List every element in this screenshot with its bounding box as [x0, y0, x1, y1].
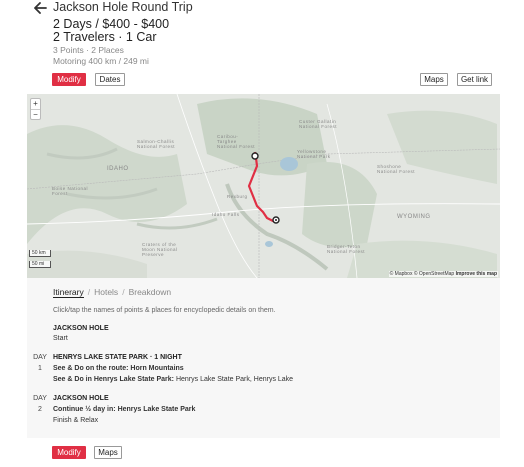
map-label-idaho: IDAHO: [107, 166, 129, 172]
map-label-idaho-falls: Idaho Falls: [212, 212, 240, 217]
get-link-button[interactable]: Get link: [457, 73, 492, 86]
map-label-caribou: Caribou-Targhee National Forest: [217, 134, 256, 149]
map-label-shoshone: Shoshone National Forest: [377, 164, 416, 174]
instructions-text: Click/tap the names of points & places f…: [53, 307, 276, 314]
scale-mi: 50 mi: [29, 261, 51, 268]
points-places-count: 3 Points · 2 Places: [53, 45, 124, 55]
map-label-salmon: Salmon-Challis National Forest: [137, 139, 176, 149]
day2-number: 2: [38, 406, 42, 413]
maps-button-bottom[interactable]: Maps: [94, 446, 122, 459]
day2-finish: Finish & Relax: [53, 417, 99, 424]
day1-label: DAY: [33, 354, 47, 361]
zoom-in-button[interactable]: +: [31, 99, 40, 109]
trip-duration-cost: 2 Days / $400 - $400: [53, 17, 170, 31]
day1-number: 1: [38, 365, 42, 372]
day1-in-prefix: See & Do in Henrys Lake State Park:: [53, 376, 174, 383]
start-label: Start: [53, 335, 68, 342]
start-place-name[interactable]: JACKSON HOLE: [53, 325, 109, 332]
day1-in-value[interactable]: Henrys Lake State Park, Henrys Lake: [176, 376, 293, 383]
map-label-boise: Boise National Forest: [52, 186, 89, 196]
day2-label: DAY: [33, 395, 47, 402]
scale-km: 50 km: [29, 250, 51, 257]
day1-route-prefix: See & Do on the route:: [53, 365, 129, 372]
day1-route-value[interactable]: Horn Mountains: [130, 365, 183, 372]
map-label-craters: Craters of the Moon National Preserve: [142, 242, 178, 257]
tab-separator: /: [87, 287, 91, 297]
back-arrow-icon[interactable]: [33, 2, 47, 14]
map-attribution: © Mapbox © OpenStreetMap Improve this ma…: [388, 271, 498, 277]
tab-separator: /: [122, 287, 125, 297]
tab-hotels[interactable]: Hotels: [94, 287, 118, 297]
day2-continue-line: Continue ½ day in: Henrys Lake State Par…: [53, 406, 195, 413]
modify-button-bottom[interactable]: Modify: [52, 446, 86, 459]
route-map[interactable]: IDAHO WYOMING Yellowstone National Park …: [27, 94, 500, 278]
dates-button[interactable]: Dates: [95, 73, 125, 86]
tab-itinerary[interactable]: Itinerary: [53, 287, 84, 298]
day2-continue-prefix: Continue ½ day in:: [53, 406, 116, 413]
motoring-distance: Motoring 400 km / 249 mi: [53, 56, 149, 66]
map-label-rexburg: Rexburg: [227, 194, 248, 199]
trip-title: Jackson Hole Round Trip: [53, 0, 193, 14]
zoom-control: + −: [30, 98, 41, 120]
maps-button[interactable]: Maps: [420, 73, 448, 86]
tab-bar: Itinerary / Hotels / Breakdown: [53, 287, 172, 298]
day1-in-line: See & Do in Henrys Lake State Park: Henr…: [53, 376, 293, 383]
itinerary-panel: Itinerary / Hotels / Breakdown Click/tap the…: [27, 278, 500, 438]
day2-continue-value[interactable]: Henrys Lake State Park: [118, 406, 196, 413]
map-label-wyoming: WYOMING: [397, 214, 431, 220]
improve-map-link[interactable]: Improve this map: [456, 271, 497, 277]
map-label-bridger: Bridger-Teton National Forest: [327, 244, 366, 254]
trip-travelers: 2 Travelers · 1 Car: [53, 30, 157, 44]
day1-place-name[interactable]: HENRYS LAKE STATE PARK · 1 NIGHT: [53, 354, 182, 361]
modify-button[interactable]: Modify: [52, 73, 86, 86]
tab-breakdown[interactable]: Breakdown: [129, 287, 172, 297]
day1-route-line: See & Do on the route: Horn Mountains: [53, 365, 184, 372]
map-label-custer: Custer Gallatin National Forest: [299, 119, 338, 129]
route-marker-henrys-lake[interactable]: [251, 152, 259, 160]
map-terrain: [27, 94, 500, 278]
day2-place-name[interactable]: JACKSON HOLE: [53, 395, 109, 402]
zoom-out-button[interactable]: −: [31, 109, 40, 119]
attribution-text[interactable]: © Mapbox © OpenStreetMap: [390, 271, 455, 277]
map-label-yellowstone: Yellowstone National Park: [297, 149, 331, 159]
